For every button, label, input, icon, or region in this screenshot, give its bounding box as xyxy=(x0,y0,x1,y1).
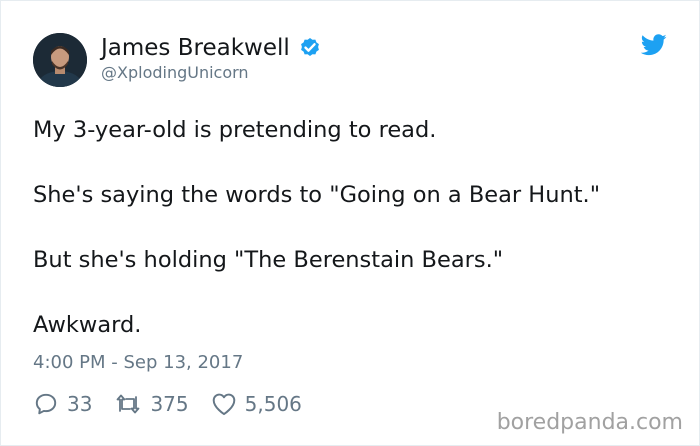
verified-badge-icon xyxy=(300,38,319,56)
like-button[interactable]: 5,506 xyxy=(211,392,302,416)
retweet-button[interactable]: 375 xyxy=(114,392,189,416)
tweet-actions: 33 375 5,506 xyxy=(33,390,324,418)
tweet-line: But she's holding "The Berenstain Bears.… xyxy=(33,247,504,273)
retweet-icon xyxy=(117,394,140,414)
author-handle[interactable]: @XplodingUnicorn xyxy=(101,63,249,83)
reply-button[interactable]: 33 xyxy=(33,391,92,417)
retweet-count: 375 xyxy=(150,392,189,416)
avatar[interactable] xyxy=(33,33,87,87)
twitter-bird-icon[interactable] xyxy=(641,34,667,56)
tweet-line: Awkward. xyxy=(33,312,142,338)
tweet-text: My 3-year-old is pretending to read. She… xyxy=(33,114,673,374)
reply-icon xyxy=(35,393,57,415)
tweet-line: My 3-year-old is pretending to read. xyxy=(33,117,437,143)
watermark: boredpanda.com xyxy=(496,410,683,435)
author-name[interactable]: James Breakwell xyxy=(101,34,322,62)
tweet-timestamp[interactable]: 4:00 PM - Sep 13, 2017 xyxy=(33,351,243,375)
like-count: 5,506 xyxy=(244,392,302,416)
tweet-card: James Breakwell @XplodingUnicorn My 3-ye… xyxy=(0,0,700,446)
reply-count: 33 xyxy=(67,392,93,416)
avatar-image xyxy=(33,33,87,87)
author-name-text: James Breakwell xyxy=(101,35,290,61)
heart-icon xyxy=(212,393,235,416)
tweet-line: She's saying the words to "Going on a Be… xyxy=(33,182,601,208)
